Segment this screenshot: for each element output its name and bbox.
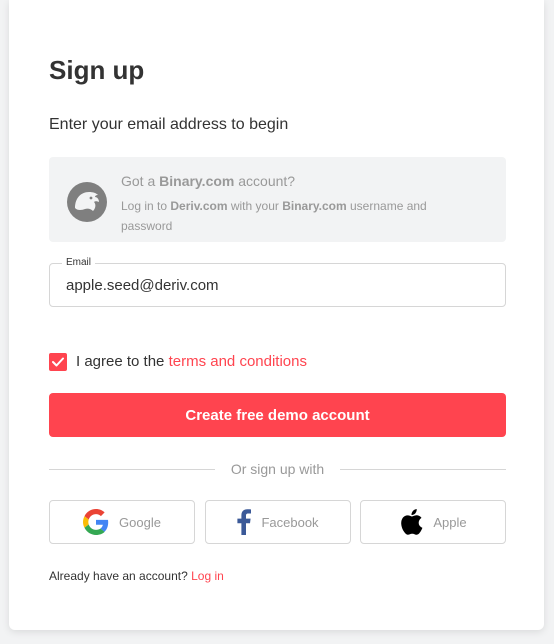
- apple-icon: [401, 509, 423, 535]
- terms-link[interactable]: terms and conditions: [169, 353, 307, 370]
- facebook-label: Facebook: [261, 514, 319, 530]
- email-label: Email: [62, 257, 96, 269]
- binary-notice-title: Got a Binary.com account?: [121, 172, 295, 190]
- deriv-brand-text: Deriv.com: [170, 199, 228, 213]
- binary-brand-text-2: Binary.com: [282, 199, 347, 213]
- email-input[interactable]: [66, 275, 486, 295]
- signup-card: Sign up Enter your email address to begi…: [9, 0, 544, 630]
- divider-line-left: [49, 468, 215, 470]
- terms-agreement: I agree to the terms and conditions: [49, 352, 307, 372]
- google-label: Google: [119, 514, 161, 530]
- login-prompt-text: Already have an account?: [49, 569, 192, 583]
- page-title: Sign up: [49, 55, 145, 85]
- facebook-signup-button[interactable]: Facebook: [205, 500, 351, 544]
- terms-text: I agree to the terms and conditions: [76, 352, 307, 372]
- checkmark-icon: [52, 357, 64, 367]
- login-prompt: Already have an account? Log in: [49, 568, 224, 584]
- apple-label: Apple: [433, 514, 467, 530]
- binary-desc-text: Log in to: [121, 199, 171, 213]
- apple-signup-button[interactable]: Apple: [360, 500, 506, 544]
- terms-checkbox[interactable]: [49, 353, 67, 371]
- google-icon: [83, 509, 109, 535]
- login-link[interactable]: Log in: [191, 569, 224, 583]
- divider-text: Or sign up with: [230, 461, 325, 477]
- facebook-icon: [237, 509, 252, 535]
- binary-title-text: Got a: [121, 173, 160, 189]
- divider-line-right: [340, 468, 506, 470]
- binary-desc-text-mid: with your: [227, 199, 283, 213]
- create-demo-account-button[interactable]: Create free demo account: [49, 393, 506, 437]
- binary-notice-description: Log in to Deriv.com with your Binary.com…: [121, 196, 451, 236]
- terms-prefix: I agree to the: [76, 353, 169, 370]
- binary-title-text-end: account?: [234, 173, 296, 189]
- binary-account-notice: Got a Binary.com account? Log in to Deri…: [49, 157, 506, 242]
- google-signup-button[interactable]: Google: [49, 500, 195, 544]
- binary-bull-logo-icon: [67, 182, 107, 222]
- social-divider: Or sign up with: [49, 459, 506, 479]
- binary-brand-text: Binary.com: [159, 173, 235, 189]
- page-subtitle: Enter your email address to begin: [49, 116, 289, 133]
- email-field[interactable]: Email: [49, 257, 506, 307]
